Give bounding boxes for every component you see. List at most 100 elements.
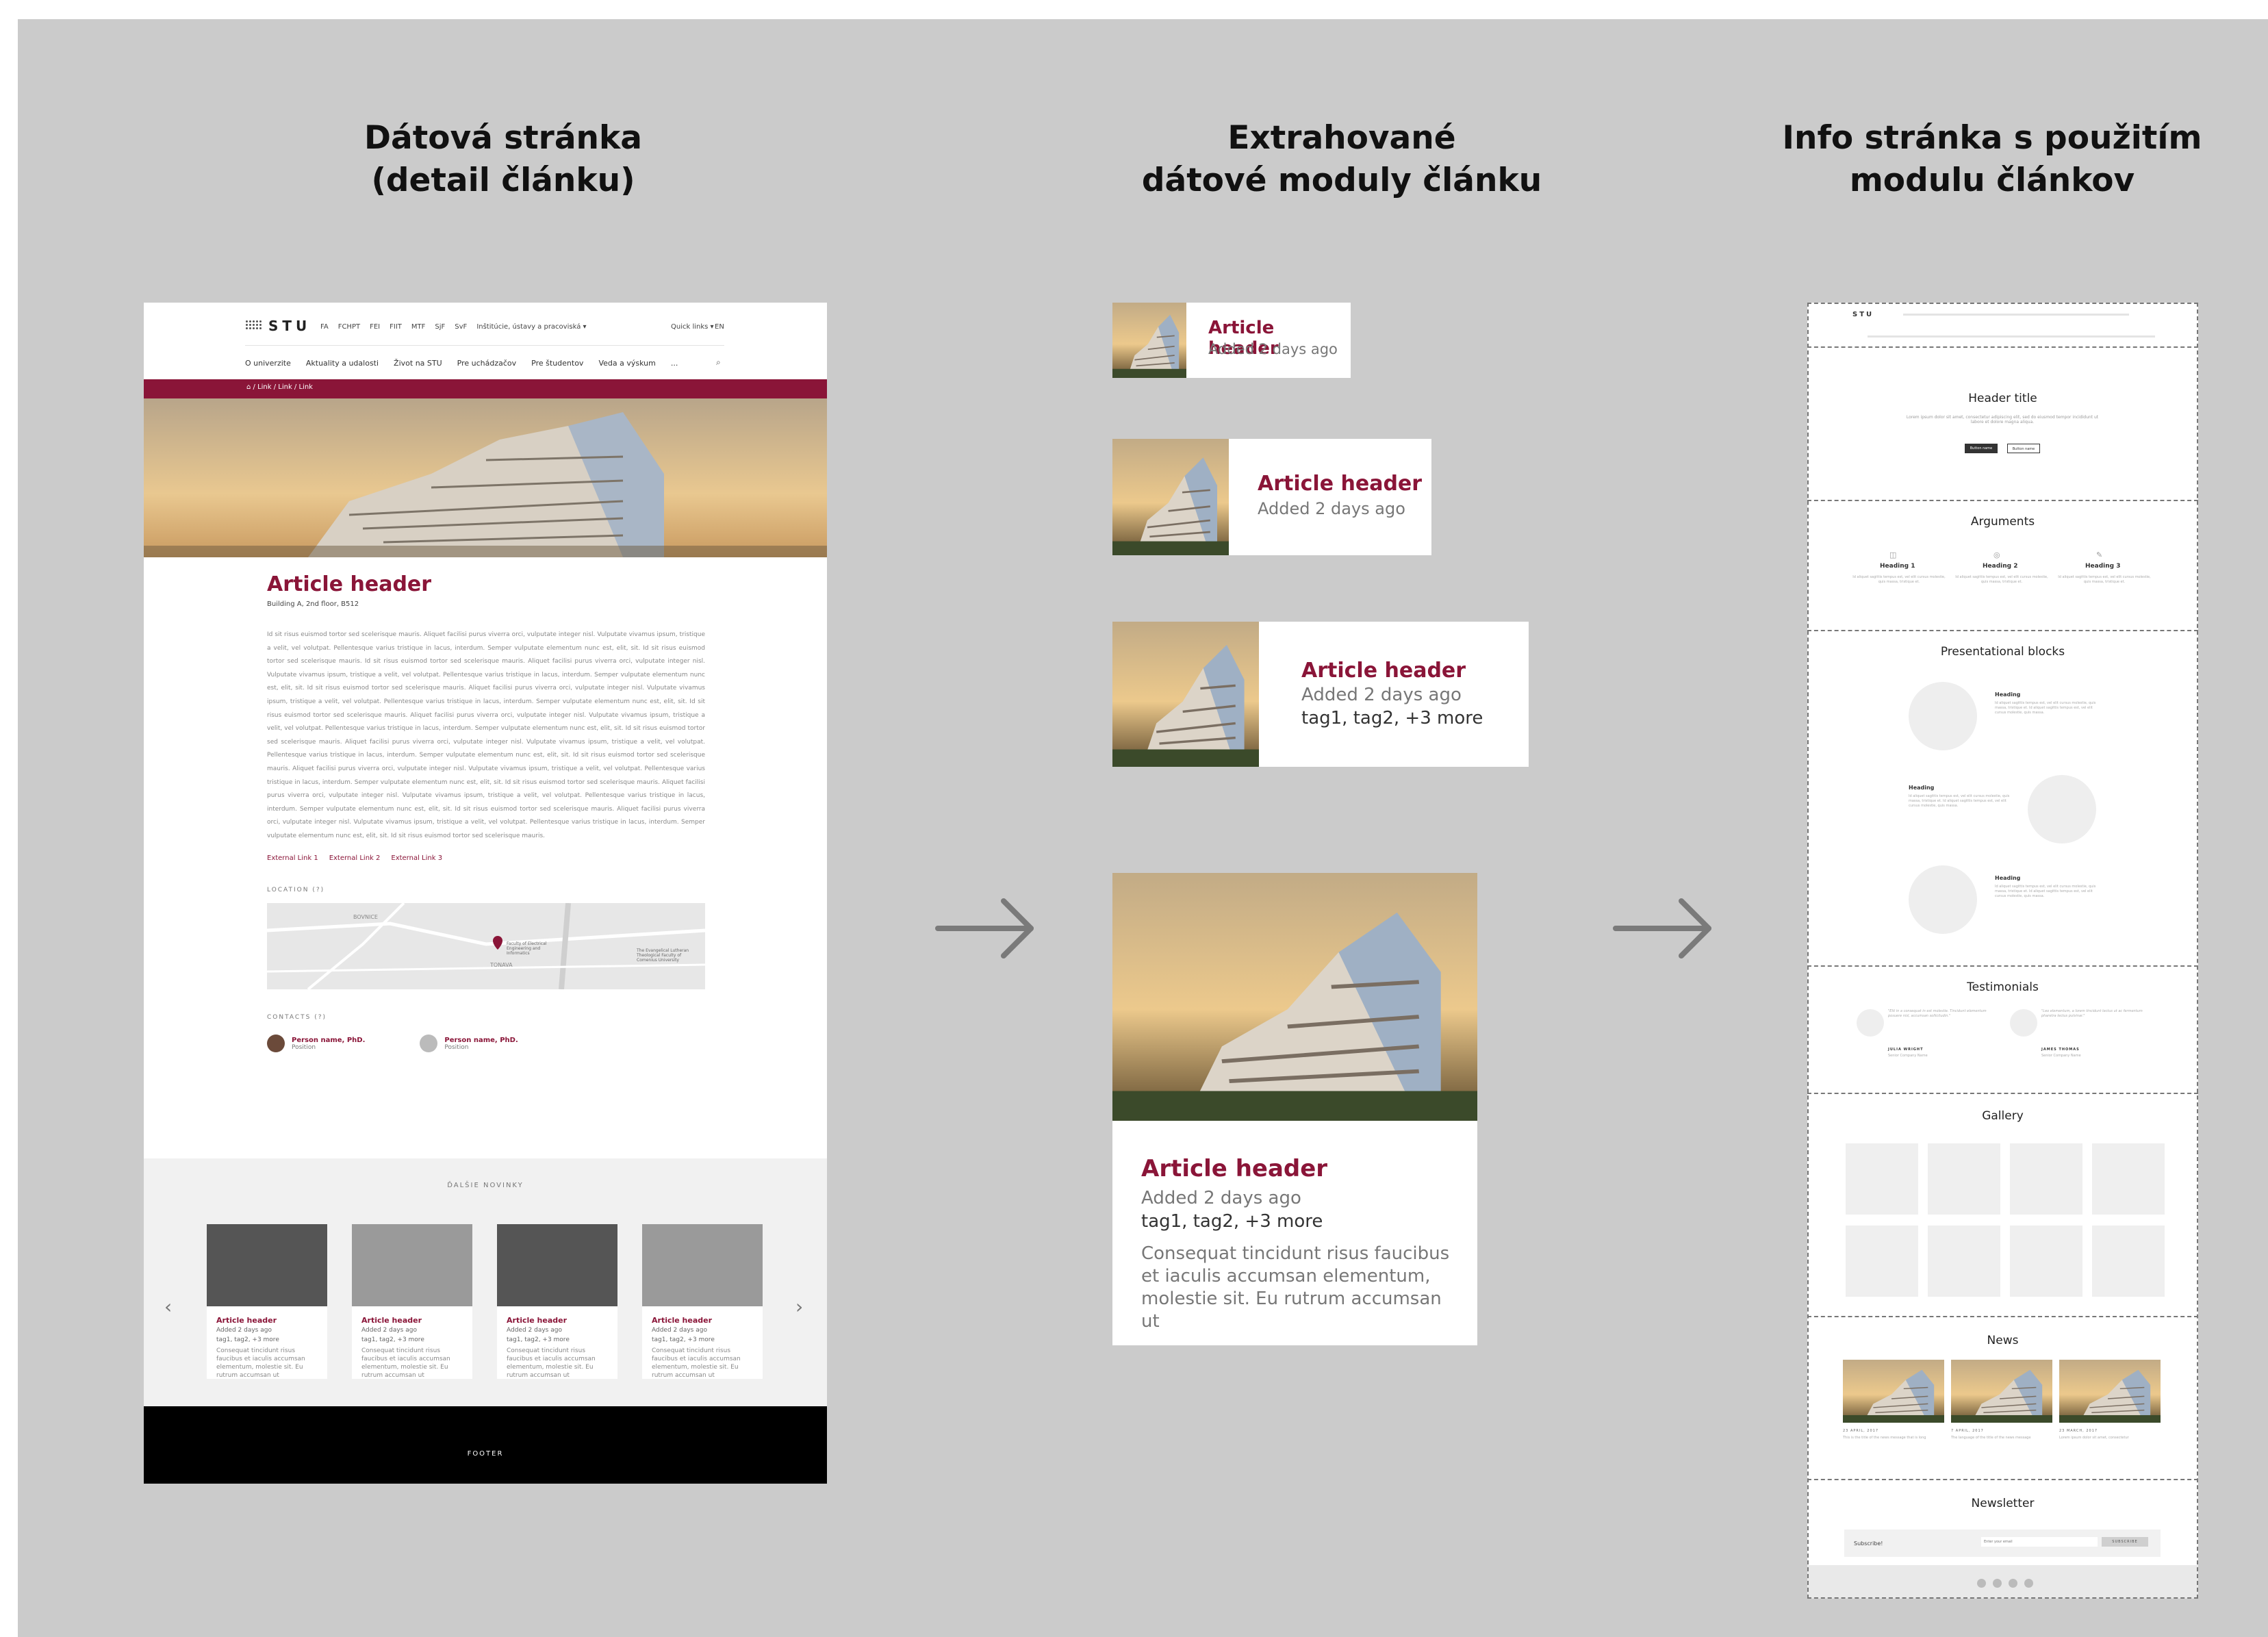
- newsletter-bar: Subscribe! SUBSCRIBE: [1844, 1530, 2161, 1557]
- news-card-title: Article header: [507, 1316, 568, 1325]
- social-icon[interactable]: [1977, 1579, 1986, 1588]
- location-map[interactable]: BOVNICE TONAVA Faculty of Electrical Eng…: [267, 903, 705, 989]
- news-card[interactable]: Article header Added 2 days ago tag1, ta…: [497, 1224, 617, 1379]
- language-switch[interactable]: EN: [715, 323, 724, 331]
- faculty-link[interactable]: FA: [320, 323, 329, 331]
- news-image[interactable]: [1951, 1360, 2052, 1423]
- secondary-button[interactable]: Button name: [2007, 444, 2040, 453]
- main-nav-item[interactable]: O univerzite: [245, 359, 291, 368]
- top-nav-placeholder: [1903, 314, 2129, 316]
- faculty-link[interactable]: FCHPT: [338, 323, 360, 331]
- contact-position: Position: [444, 1043, 469, 1051]
- argument-text: Id aliquet sagittis tempus est, vel elit…: [2058, 575, 2151, 584]
- map-label: Faculty of Electrical Engineering and In…: [507, 941, 547, 956]
- stu-logo[interactable]: STU: [245, 318, 311, 334]
- contact-name: Person name, PhD.: [292, 1036, 366, 1044]
- block-heading: Heading: [1909, 785, 1935, 791]
- email-input[interactable]: [1981, 1537, 2098, 1547]
- news-card-meta: Added 2 days ago: [507, 1327, 562, 1334]
- contact-card[interactable]: Person name, PhD. Position: [420, 1035, 518, 1052]
- chevron-left-icon[interactable]: ‹: [164, 1295, 172, 1318]
- faculty-link[interactable]: FEI: [370, 323, 380, 331]
- contact-name: Person name, PhD.: [444, 1036, 518, 1044]
- gallery-item[interactable]: [2010, 1226, 2082, 1297]
- news-card-tags: tag1, tag2, +3 more: [361, 1336, 424, 1343]
- institutions-dropdown[interactable]: Inštitúcie, ústavy a pracoviská ▾: [476, 323, 586, 331]
- article-module-small[interactable]: Article header Added 2 days ago: [1112, 303, 1351, 378]
- gallery-item[interactable]: [1846, 1226, 1918, 1297]
- testimonials-title: Testimonials: [1967, 980, 2039, 994]
- gallery-item[interactable]: [1928, 1143, 2000, 1215]
- faculty-link[interactable]: FIIT: [390, 323, 402, 331]
- news-image[interactable]: [2059, 1360, 2161, 1423]
- newsletter-title: Newsletter: [1971, 1497, 2035, 1510]
- social-icon[interactable]: [2009, 1579, 2017, 1588]
- social-icon[interactable]: [2024, 1579, 2033, 1588]
- social-icon[interactable]: [1993, 1579, 2002, 1588]
- main-nav-item[interactable]: Pre uchádzačov: [457, 359, 517, 368]
- news-card[interactable]: Article header Added 2 days ago tag1, ta…: [207, 1224, 327, 1379]
- testimonial-name: JAMES THOMAS: [2041, 1048, 2080, 1052]
- location-label[interactable]: LOCATION (?): [267, 887, 705, 893]
- header-description: Lorem ipsum dolor sit amet, consectetur …: [1906, 415, 2099, 424]
- news-card-tags: tag1, tag2, +3 more: [216, 1336, 279, 1343]
- newsletter-section: Newsletter Subscribe! SUBSCRIBE: [1807, 1480, 2198, 1599]
- quick-links-dropdown[interactable]: Quick links ▾: [671, 323, 714, 331]
- news-card-title: Article header: [652, 1316, 713, 1325]
- main-nav-item[interactable]: Pre študentov: [531, 359, 583, 368]
- news-text[interactable]: This is the title of the news message th…: [1843, 1435, 1939, 1441]
- module-title: Article header: [1301, 659, 1466, 683]
- article-module-medium[interactable]: Article header Added 2 days ago: [1112, 439, 1431, 555]
- article-thumbnail: [1112, 439, 1229, 555]
- faculty-link[interactable]: SvF: [455, 323, 467, 331]
- gallery-section: Gallery: [1807, 1094, 2198, 1317]
- news-carousel: Article header Added 2 days ago tag1, ta…: [207, 1224, 763, 1379]
- news-card[interactable]: Article header Added 2 days ago tag1, ta…: [352, 1224, 472, 1379]
- contacts-label[interactable]: CONTACTS (?): [267, 1014, 705, 1021]
- block-text: Id aliquet sagittis tempus est, vel elit…: [1909, 794, 2010, 808]
- chevron-right-icon[interactable]: ›: [795, 1295, 803, 1318]
- block-image: [1909, 865, 1977, 934]
- primary-button[interactable]: Button name: [1965, 444, 1998, 453]
- news-card-title: Article header: [216, 1316, 277, 1325]
- subscribe-button[interactable]: SUBSCRIBE: [2102, 1537, 2148, 1547]
- gallery-item[interactable]: [2092, 1143, 2165, 1215]
- module-meta: Added 2 days ago: [1141, 1188, 1301, 1208]
- article-module-card[interactable]: Article header Added 2 days ago tag1, ta…: [1112, 873, 1477, 1345]
- main-nav-item[interactable]: Život na STU: [394, 359, 442, 368]
- search-icon[interactable]: ⌕: [716, 357, 721, 368]
- external-link[interactable]: External Link 3: [391, 854, 442, 862]
- gallery-item[interactable]: [1846, 1143, 1918, 1215]
- left-column-title: Dátová stránka (detail článku): [364, 119, 642, 199]
- external-link[interactable]: External Link 2: [329, 854, 381, 862]
- header-divider: [245, 345, 724, 346]
- news-text[interactable]: Lorem ipsum dolor sit amet, consectetur: [2059, 1435, 2155, 1441]
- main-nav-item[interactable]: Veda a výskum: [598, 359, 655, 368]
- faculty-link[interactable]: MTF: [411, 323, 426, 331]
- stu-logo[interactable]: STU: [1852, 311, 1874, 318]
- news-image[interactable]: [1843, 1360, 1944, 1423]
- gallery-item[interactable]: [2092, 1226, 2165, 1297]
- more-news-label: ĎALŠIE NOVINKY: [447, 1182, 524, 1189]
- block-image: [2028, 775, 2096, 843]
- article-module-large[interactable]: Article header Added 2 days ago tag1, ta…: [1112, 622, 1529, 767]
- breadcrumb[interactable]: ⌂ / Link / Link / Link: [144, 379, 827, 398]
- news-date: 23 APRIL, 2017: [1843, 1429, 1879, 1433]
- news-text[interactable]: The language of the title of the news me…: [1951, 1435, 2047, 1441]
- arguments-section: Arguments ◫ ◎ ✎ Heading 1 Heading 2 Head…: [1807, 501, 2198, 631]
- gallery-item[interactable]: [2010, 1143, 2082, 1215]
- gallery-item[interactable]: [1928, 1226, 2000, 1297]
- contact-card[interactable]: Person name, PhD. Position: [267, 1035, 365, 1052]
- main-nav-more[interactable]: ...: [671, 359, 678, 368]
- module-tags: tag1, tag2, +3 more: [1141, 1211, 1323, 1232]
- news-card[interactable]: Article header Added 2 days ago tag1, ta…: [642, 1224, 763, 1379]
- pen-icon: ✎: [2096, 550, 2103, 559]
- faculty-link[interactable]: SjF: [435, 323, 445, 331]
- arguments-title: Arguments: [1970, 515, 2035, 529]
- main-nav-item[interactable]: Aktuality a udalosti: [306, 359, 379, 368]
- block-heading: Heading: [1995, 875, 2021, 881]
- article-body: Article header Building A, 2nd floor, B5…: [267, 557, 705, 1052]
- module-meta: Added 2 days ago: [1208, 341, 1338, 357]
- external-link[interactable]: External Link 1: [267, 854, 318, 862]
- header-section: Header title Lorem ipsum dolor sit amet,…: [1807, 348, 2198, 501]
